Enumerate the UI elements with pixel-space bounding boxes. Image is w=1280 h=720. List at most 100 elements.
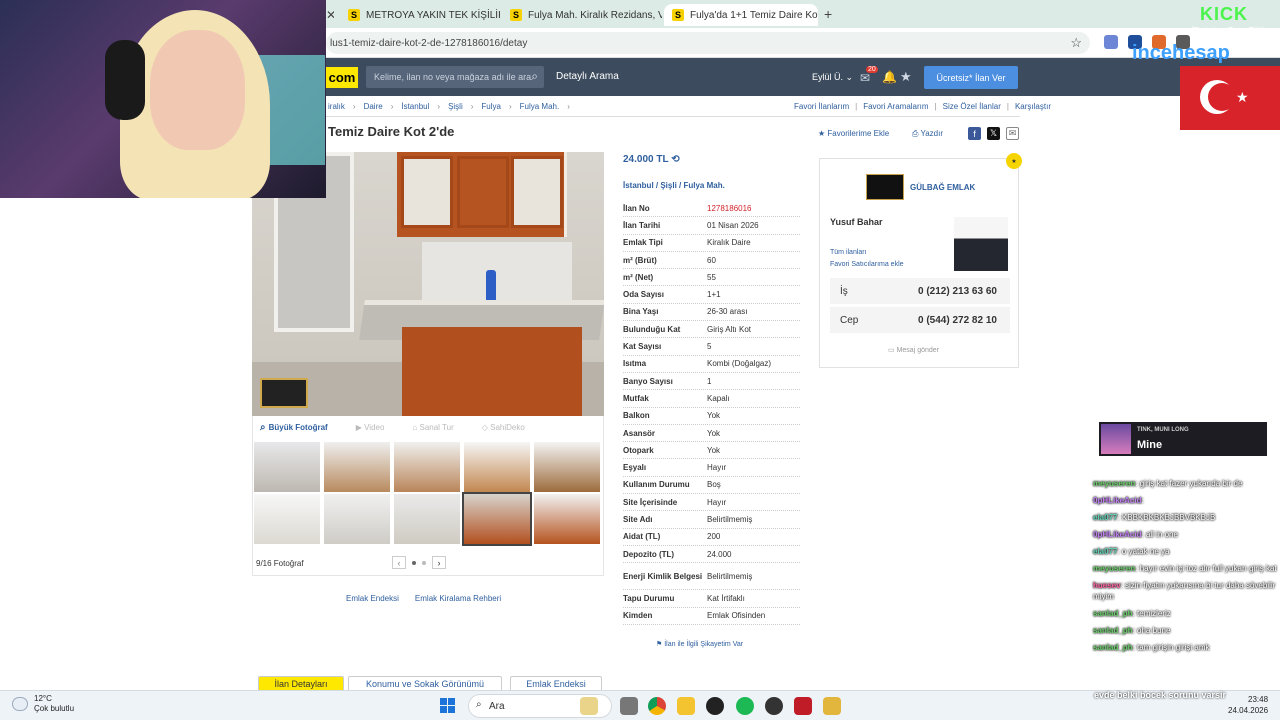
seller-office-name[interactable]: GÜLBAĞ EMLAK — [910, 183, 975, 192]
next-photo-button[interactable]: › — [432, 556, 446, 569]
business-phone[interactable]: İş 0 (212) 213 63 60 — [830, 278, 1010, 304]
tab-fulya-mah[interactable]: S Fulya Mah. Kiralık Rezidans, Vill ✕ — [502, 4, 662, 26]
detailed-search-link[interactable]: Detaylı Arama — [556, 71, 619, 82]
send-message-link[interactable]: ▭ Mesaj gönder — [888, 346, 939, 354]
location-neighborhood-link[interactable]: Fulya Mah. — [683, 181, 724, 190]
star-icon[interactable]: ★ — [900, 69, 912, 85]
spotify-icon[interactable] — [736, 697, 754, 715]
close-icon[interactable]: ✕ — [326, 8, 334, 22]
all-listings-link[interactable]: Tüm ilanları — [830, 249, 867, 256]
photo-thumbnail[interactable] — [324, 442, 390, 492]
chat-user: meyuseren — [1093, 564, 1136, 573]
price-history-icon[interactable]: ⟲ — [671, 154, 679, 165]
windows-start-icon[interactable] — [440, 698, 455, 713]
clock-date: 24.04.2026 — [1228, 706, 1269, 715]
photo-thumbnail-selected[interactable] — [462, 492, 532, 546]
weather-widget[interactable]: 12°C Çok bulutlu — [12, 694, 74, 714]
spec-row: Site Adı Belirtilmemiş — [623, 511, 800, 529]
chrome-icon[interactable] — [648, 697, 666, 715]
sahideko-tab[interactable]: ◇ SahiDeko — [482, 423, 525, 432]
facebook-share-icon[interactable]: f — [968, 127, 981, 140]
obs-icon[interactable] — [765, 697, 783, 715]
emlak-endeksi-link[interactable]: Emlak Endeksi — [346, 594, 399, 603]
system-clock[interactable]: 23:48 24.04.2026 — [1228, 694, 1268, 716]
tab-metroya[interactable]: S METROYA YAKIN TEK KİŞİLİK E ✕ — [340, 4, 500, 26]
location-district-link[interactable]: Şişli — [660, 181, 676, 190]
photo-thumbnail[interactable] — [534, 442, 600, 492]
compare-link[interactable]: Karşılaştır — [1015, 102, 1051, 111]
complaint-link[interactable]: ⚑ İlan ile İlgili Şikayetim Var — [656, 640, 743, 648]
spec-row: m² (Net) 55 — [623, 269, 800, 287]
photo-thumbnail[interactable] — [394, 494, 460, 544]
file-explorer-icon[interactable] — [677, 697, 695, 715]
print-link[interactable]: ⎙ Yazdır — [912, 129, 943, 139]
chat-user: meyuseren — [1093, 479, 1136, 488]
app-icon[interactable] — [706, 697, 724, 715]
chat-user: ela077 — [1093, 547, 1118, 556]
post-ad-button[interactable]: Ücretsiz* İlan Ver — [924, 66, 1018, 89]
photo-thumbnail[interactable] — [254, 442, 320, 492]
breadcrumb-item[interactable]: iralık — [328, 102, 345, 111]
favorite-searches-link[interactable]: Favori Aramalarım — [863, 102, 928, 111]
add-favorite-seller-link[interactable]: Favori Satıcılarıma ekle — [830, 261, 904, 268]
virtual-tour-label: Sanal Tur — [419, 422, 454, 432]
photo-thumbnail[interactable] — [324, 494, 390, 544]
chat-text: : temizleriz — [1132, 609, 1171, 618]
spec-key: Enerji Kimlik Belgesi — [623, 571, 703, 581]
site-search-input[interactable]: Kelime, ilan no veya mağaza adı ile ara … — [366, 66, 544, 88]
chat-user: huesev — [1093, 581, 1121, 590]
tab-close-partial[interactable]: ✕ — [326, 4, 334, 26]
url-field[interactable]: lus1-temiz-daire-kot-2-de-1278186016/det… — [326, 32, 1090, 54]
breadcrumb-item[interactable]: İstanbul — [401, 102, 429, 111]
photo-cabinet-door — [511, 156, 563, 228]
mobile-phone[interactable]: Cep 0 (544) 272 82 10 — [830, 307, 1010, 333]
kiralama-rehberi-link[interactable]: Emlak Kiralama Rehberi — [415, 594, 501, 603]
breadcrumb-item[interactable]: Şişli — [448, 102, 463, 111]
photo-thumbnail[interactable] — [534, 494, 600, 544]
big-photo-label: Büyük Fotoğraf — [268, 422, 328, 432]
search-icon[interactable]: ⌕ — [531, 69, 538, 84]
widgets-icon[interactable] — [580, 697, 598, 715]
breadcrumb-item[interactable]: Fulya Mah. — [520, 102, 560, 111]
seller-agent-photo — [954, 217, 1008, 271]
streamer-webcam — [0, 0, 326, 198]
location-city-link[interactable]: İstanbul — [623, 181, 654, 190]
extension-icon[interactable] — [1104, 35, 1118, 49]
spec-row: m² (Brüt) 60 — [623, 252, 800, 270]
account-links: Favori İlanlarım | Favori Aramalarım | Siz… — [794, 102, 1051, 111]
pager-dot[interactable] — [422, 560, 426, 565]
app-icon[interactable] — [794, 697, 812, 715]
user-menu[interactable]: Eylül Ü. ⌄ — [812, 72, 853, 83]
video-tab[interactable]: ▶ Video — [356, 423, 385, 432]
tab-fulya-daire-active[interactable]: S Fulya'da 1+1 Temiz Daire Kot 2 ✕ — [664, 4, 818, 26]
seller-office-logo[interactable] — [866, 174, 904, 200]
special-listings-link[interactable]: Size Özel İlanlar — [943, 102, 1001, 111]
bell-icon[interactable]: 🔔 — [882, 70, 897, 84]
app-icon[interactable] — [823, 697, 841, 715]
add-favorite-link[interactable]: ★ Favorilerime Ekle — [818, 129, 889, 138]
email-share-icon[interactable]: ✉ — [1006, 127, 1019, 140]
task-view-icon[interactable] — [620, 697, 638, 715]
spec-value: Hayır — [707, 497, 727, 507]
spec-row: Oda Sayısı 1+1 — [623, 286, 800, 304]
x-share-icon[interactable]: 𝕏 — [987, 127, 1000, 140]
spec-key: Otopark — [623, 445, 654, 455]
breadcrumb-item[interactable]: Fulya — [481, 102, 501, 111]
printer-icon: ⎙ — [912, 129, 919, 138]
chat-message: sanlad_ph: oha bune — [1093, 625, 1280, 636]
spec-value: Giriş Altı Kot — [707, 324, 752, 334]
new-tab-button[interactable]: + — [824, 6, 832, 22]
spec-value: 1 — [707, 376, 712, 386]
site-logo[interactable]: com — [326, 67, 358, 88]
prev-photo-button[interactable]: ‹ — [392, 556, 406, 569]
breadcrumb-item[interactable]: Daire — [364, 102, 383, 111]
bookmark-star-icon[interactable]: ☆ — [1070, 35, 1082, 51]
big-photo-tab[interactable]: ⌕ Büyük Fotoğraf — [260, 422, 328, 433]
virtual-tour-tab[interactable]: ⌂ Sanal Tur — [412, 423, 453, 432]
photo-thumbnail[interactable] — [254, 494, 320, 544]
photo-thumbnail[interactable] — [394, 442, 460, 492]
favorite-listings-link[interactable]: Favori İlanlarım — [794, 102, 849, 111]
pager-dot[interactable] — [412, 560, 416, 565]
photo-thumbnail[interactable] — [464, 442, 530, 492]
envelope-icon[interactable]: ✉ — [860, 71, 870, 85]
